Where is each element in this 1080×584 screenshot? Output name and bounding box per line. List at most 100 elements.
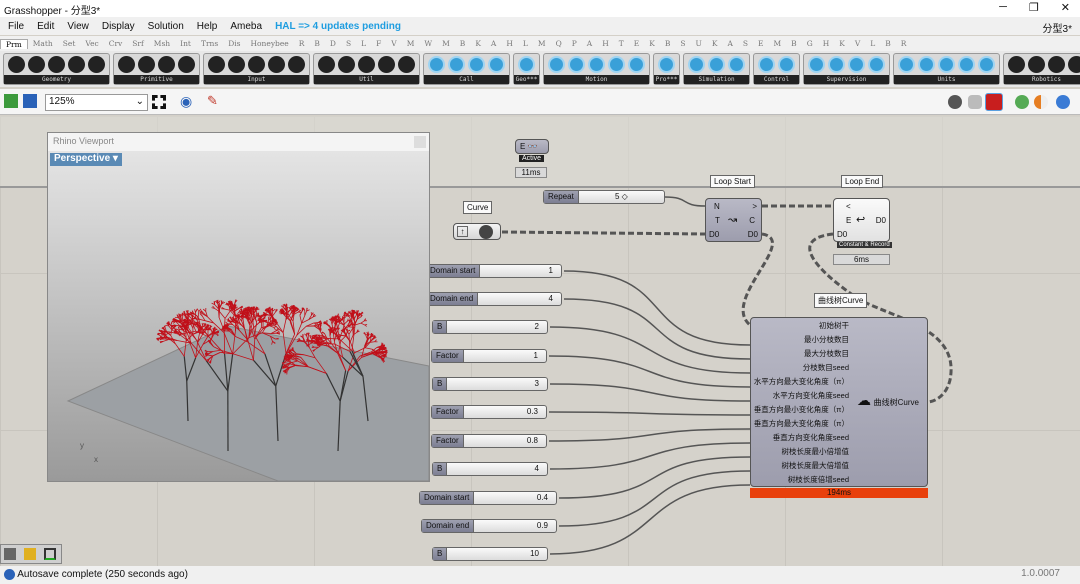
set-icon: ↑ — [457, 226, 468, 237]
number-slider[interactable]: Domain start 1 — [425, 264, 562, 278]
input-n[interactable]: N — [714, 202, 720, 211]
input-d0[interactable]: D0 — [837, 230, 847, 239]
tree-branch — [365, 347, 373, 350]
tree-icon: ☁ — [857, 392, 871, 408]
viewport-scene — [66, 299, 429, 481]
number-slider[interactable]: B2 — [432, 320, 548, 334]
number-slider[interactable]: Domain end 0.9 — [421, 519, 557, 533]
input-t[interactable]: T — [715, 216, 720, 225]
tree-branch — [364, 324, 367, 327]
number-slider[interactable]: Factor 0.8 — [431, 434, 547, 448]
slider-name: Domain start — [420, 492, 475, 504]
input-port[interactable]: 树枝长度最小倍增值 — [782, 446, 850, 457]
tree-branch — [330, 320, 333, 325]
input-port[interactable]: 分枝数目seed — [803, 362, 849, 373]
input-e[interactable]: E — [846, 216, 851, 225]
tree-branch — [219, 311, 226, 319]
rhino-viewport[interactable]: Rhino Viewport Perspective ▾ y x — [47, 132, 430, 482]
wire — [549, 484, 751, 555]
output-next[interactable]: > — [752, 202, 757, 211]
slider-name: Domain start — [426, 265, 481, 277]
tree-branch — [282, 319, 287, 333]
tree-branch — [196, 308, 200, 312]
slider-value: 10 — [530, 549, 539, 558]
slider-value: 1 — [533, 351, 538, 360]
python-icon[interactable] — [24, 548, 36, 560]
tree-branch — [170, 329, 173, 336]
slider-name: B — [433, 321, 448, 333]
tree-branch — [273, 323, 278, 326]
wire — [558, 470, 751, 527]
repeat-slider[interactable]: Repeat 5 ◇ — [543, 190, 665, 204]
version-label: 1.0.0007 — [1021, 568, 1060, 579]
curve-parameter[interactable]: ↑ — [453, 223, 501, 240]
slider-name: B — [433, 463, 448, 475]
number-slider[interactable]: Factor 1 — [431, 349, 547, 363]
loop-end-component[interactable]: < E D0 D0 ↩ — [833, 198, 890, 242]
axis-x-label: x — [94, 455, 98, 464]
wire — [549, 442, 751, 470]
number-slider[interactable]: B4 — [432, 462, 548, 476]
curve-tree-component[interactable]: 曲线树Curve ☁ 初始树干最小分枝数目 最大分枝数目 分枝数目seed 水平方向最… — [750, 317, 928, 487]
tree-branch — [311, 346, 315, 349]
number-slider[interactable]: B3 — [432, 377, 548, 391]
output-d0[interactable]: D0 — [876, 216, 886, 225]
number-slider[interactable]: Domain start 0.4 — [419, 491, 557, 505]
loop-start-icon: ↝ — [728, 214, 738, 226]
output-d0[interactable]: D0 — [748, 230, 758, 239]
input-less[interactable]: < — [846, 202, 851, 211]
curve-icon — [479, 225, 493, 239]
viewport-close-button[interactable] — [414, 136, 426, 148]
slider-name: Factor — [432, 406, 464, 418]
curve-tag: Curve — [463, 201, 493, 214]
input-port[interactable]: 树枝长度最大倍增值 — [782, 460, 850, 471]
input-port[interactable]: 初始树干 — [819, 320, 849, 331]
number-slider[interactable]: B 10 — [432, 547, 548, 561]
tree-branch — [193, 313, 199, 318]
input-port[interactable]: 垂直方向变化角度seed — [773, 432, 849, 443]
tree-branch — [344, 320, 348, 325]
input-port[interactable]: 水平方向变化角度seed — [773, 390, 849, 401]
input-d0[interactable]: D0 — [709, 230, 719, 239]
wire — [664, 196, 706, 207]
tree-branch — [163, 339, 169, 342]
output-c[interactable]: C — [749, 216, 755, 225]
input-port[interactable]: 最小分枝数目 — [804, 334, 849, 345]
status-message: Autosave complete (250 seconds ago) — [17, 569, 188, 581]
tree-branch — [272, 311, 276, 317]
tree-component-timer: 194ms — [750, 488, 928, 498]
input-port[interactable]: 树枝长度倍增seed — [788, 474, 849, 485]
tree-branch — [340, 335, 347, 342]
tree-branch — [190, 324, 194, 329]
tree-branch — [347, 329, 351, 332]
loop-end-tag: Loop End — [841, 175, 884, 188]
input-port[interactable]: 垂直方向最大变化角度（π） — [754, 418, 849, 429]
slider-value: 0.8 — [526, 436, 538, 445]
slider-value: 4 — [534, 464, 539, 473]
tree-branch — [299, 315, 303, 324]
wire — [548, 411, 751, 416]
input-port[interactable]: 最大分枝数目 — [804, 348, 849, 359]
data-dam-component[interactable]: E 👓 — [515, 139, 549, 154]
slider-value: 4 — [548, 294, 553, 303]
number-slider[interactable]: Factor 0.3 — [431, 405, 547, 419]
slider-value: 0.4 — [536, 493, 548, 502]
data-dam-timer: 11ms — [515, 167, 547, 178]
panel-icon[interactable] — [44, 548, 56, 560]
wire — [549, 326, 751, 374]
bake-icon[interactable] — [4, 548, 16, 560]
loop-start-component[interactable]: N T D0 > C D0 ↝ — [705, 198, 762, 242]
tree-branch — [181, 316, 184, 322]
autosave-icon — [4, 569, 15, 580]
tree-branch — [185, 334, 194, 342]
number-slider[interactable]: Domain end 4 — [425, 292, 562, 306]
output-curve-tree[interactable]: 曲线树Curve — [874, 397, 919, 408]
data-dam-input[interactable]: E — [520, 142, 525, 151]
tree-branch — [234, 299, 237, 303]
input-port[interactable]: 水平方向最大变化角度（π） — [754, 376, 849, 387]
tree-branch — [201, 322, 203, 326]
tree-branch — [341, 335, 346, 337]
input-port[interactable]: 垂直方向最小变化角度（π） — [754, 404, 849, 415]
viewport-title: Rhino Viewport — [48, 133, 429, 151]
slider-value: 1 — [548, 266, 553, 275]
